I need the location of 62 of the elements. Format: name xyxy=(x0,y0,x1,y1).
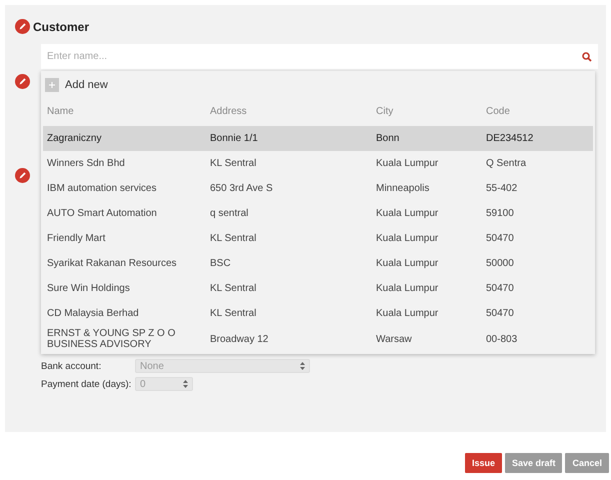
table-cell-text: 50470 xyxy=(486,282,515,296)
table-cell-text: Kuala Lumpur xyxy=(376,307,440,321)
table-cell-text: Zagraniczny xyxy=(47,132,102,146)
table-cell-text: 59100 xyxy=(486,207,515,221)
table-cell-text: CD Malaysia Berhad xyxy=(47,307,140,321)
table-cell-text: 650 3rd Ave S xyxy=(210,182,274,196)
section-title: Customer xyxy=(33,20,90,34)
table-cell-text: Kuala Lumpur xyxy=(376,257,440,271)
customer-row[interactable]: CD Malaysia Berhad KL Sentral Kuala Lumpur 50470 xyxy=(43,301,593,326)
customer-row[interactable]: IBM automation services 650 3rd Ave S Minneapolis 55-402 xyxy=(43,176,593,201)
table-cell-text: BSC xyxy=(210,257,232,271)
table-cell-text: 50000 xyxy=(486,257,515,271)
table-cell-text: Syarikat Rakanan Resources xyxy=(47,257,178,271)
table-cell-text: DE234512 xyxy=(486,132,534,146)
pencil-icon xyxy=(15,168,30,183)
customer-row[interactable]: Winners Sdn Bhd KL Sentral Kuala Lumpur Q Sentra xyxy=(43,151,593,176)
add-new-link[interactable]: Add new xyxy=(65,79,108,91)
table-cell-text: 50470 xyxy=(486,307,515,321)
customer-row[interactable]: Friendly Mart KL Sentral Kuala Lumpur 50470 xyxy=(43,226,593,251)
table-cell-text: Winners Sdn Bhd xyxy=(47,157,126,171)
customer-row[interactable]: Sure Win Holdings KL Sentral Kuala Lumpur 50470 xyxy=(43,276,593,301)
spinner-icon xyxy=(300,362,305,370)
table-cell-text: Bonnie 1/1 xyxy=(210,132,259,146)
table-cell-text: Bonn xyxy=(376,132,400,146)
table-cell-text: ERNST & YOUNG SP Z O O BUSINESS ADVISORY xyxy=(47,327,176,352)
customer-row[interactable]: Syarikat Rakanan Resources BSC Kuala Lumpur 50000 xyxy=(43,251,593,276)
table-cell-text: Kuala Lumpur xyxy=(376,207,440,221)
search-icon xyxy=(582,52,592,62)
column-header: Name xyxy=(47,106,75,116)
search-field[interactable]: Enter name... xyxy=(41,44,598,69)
table-cell-text: IBM automation services xyxy=(47,182,158,196)
table-cell-text: KL Sentral xyxy=(210,157,258,171)
table-cell-text: Kuala Lumpur xyxy=(376,157,440,171)
customer-row[interactable]: ERNST & YOUNG SP Z O O BUSINESS ADVISORY Broadway 12 Warsaw 00-803 xyxy=(43,326,593,352)
column-header: City xyxy=(376,106,394,116)
customer-row[interactable]: Zagraniczny Bonnie 1/1 Bonn DE234512 xyxy=(43,126,593,151)
table-cell-text: 50470 xyxy=(486,232,515,246)
table-cell-text: Warsaw xyxy=(376,332,413,346)
table-cell-text: AUTO Smart Automation xyxy=(47,207,158,221)
table-cell-text: Friendly Mart xyxy=(47,232,106,246)
action-button[interactable]: Issue xyxy=(464,453,502,473)
field-label: Payment date (days): xyxy=(41,378,132,390)
table-cell-text: 00-803 xyxy=(486,332,518,346)
spinner-icon xyxy=(183,380,188,388)
table-cell-text: 55-402 xyxy=(486,182,518,196)
table-cell-text: Kuala Lumpur xyxy=(376,282,440,296)
table-cell-text: q sentral xyxy=(210,207,250,221)
table-cell-text: KL Sentral xyxy=(210,307,258,321)
pencil-icon xyxy=(15,19,30,34)
customer-row[interactable]: AUTO Smart Automation q sentral Kuala Lumpur 59100 xyxy=(43,201,593,226)
table-cell-text: Minneapolis xyxy=(376,182,430,196)
table-cell-text: KL Sentral xyxy=(210,232,258,246)
field-label: Bank account: xyxy=(41,360,102,372)
column-header: Address xyxy=(210,106,248,116)
column-header: Code xyxy=(486,106,511,116)
plus-icon xyxy=(45,78,59,92)
table-cell-text: Sure Win Holdings xyxy=(47,282,131,296)
table-cell-text: Q Sentra xyxy=(486,157,528,171)
table-cell-text: Kuala Lumpur xyxy=(376,232,440,246)
table-cell-text: Broadway 12 xyxy=(210,332,270,346)
pencil-icon xyxy=(15,74,30,89)
table-cell-text: KL Sentral xyxy=(210,282,258,296)
